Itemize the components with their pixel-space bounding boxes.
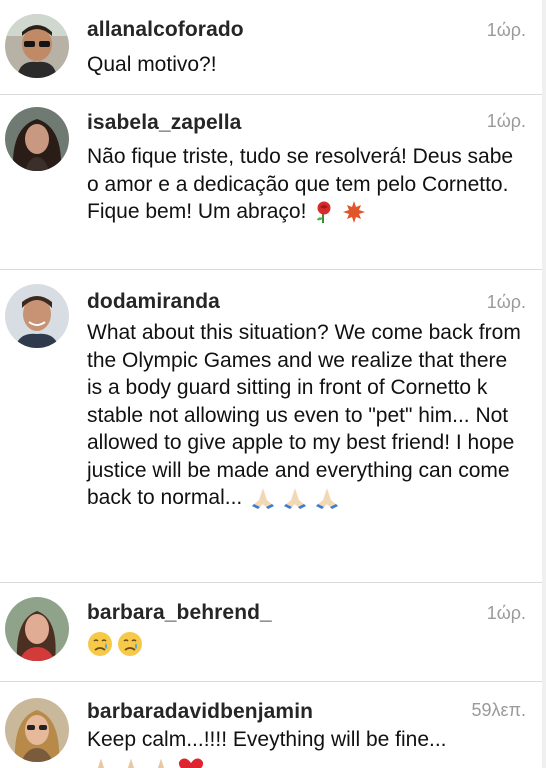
comment-text-body: Qual motivo?! (87, 53, 217, 76)
rose-emoji (312, 200, 336, 224)
folded-hands-emoji (312, 486, 342, 510)
folded-hands-emoji (147, 756, 175, 768)
comment-timestamp: 59λεπ. (472, 700, 526, 721)
crying-face-emoji (117, 631, 143, 657)
heart-emoji (177, 756, 205, 768)
folded-hands-emoji (248, 486, 278, 510)
scrollbar[interactable] (542, 0, 546, 768)
comment-username[interactable]: isabela_zapella (87, 111, 241, 135)
maple-leaf-emoji (342, 200, 366, 224)
comment-item: dodamiranda 1ώρ. What about this situati… (0, 270, 546, 583)
comment-text-body: What about this situation? We come back … (87, 321, 521, 509)
comment-item: isabela_zapella 1ώρ. Não fique triste, t… (0, 95, 546, 270)
comment-username[interactable]: allanalcoforado (87, 18, 244, 42)
comment-item: barbara_behrend_ 1ώρ. (0, 583, 546, 682)
emoji-row (312, 200, 366, 224)
comment-username[interactable]: dodamiranda (87, 290, 220, 314)
avatar[interactable] (5, 597, 69, 661)
folded-hands-emoji (117, 756, 145, 768)
avatar[interactable] (5, 284, 69, 348)
emoji-row (248, 486, 342, 510)
comment-timestamp: 1ώρ. (487, 292, 526, 313)
comment-username[interactable]: barbaradavidbenjamin (87, 700, 313, 724)
crying-face-emoji (87, 631, 113, 657)
comment-username[interactable]: barbara_behrend_ (87, 601, 272, 625)
comment-text-body: Keep calm...!!!! Eveything will be fine.… (87, 728, 447, 751)
comment-text: Não fique triste, tudo se resolverá! Deu… (87, 143, 527, 226)
folded-hands-emoji (87, 756, 115, 768)
comment-text-body: Não fique triste, tudo se resolverá! Deu… (87, 145, 513, 223)
comment-timestamp: 1ώρ. (487, 20, 526, 41)
comment-timestamp: 1ώρ. (487, 603, 526, 624)
comment-text (87, 630, 527, 658)
folded-hands-emoji (280, 486, 310, 510)
comment-text: Qual motivo?! (87, 51, 527, 79)
avatar[interactable] (5, 107, 69, 171)
emoji-row (87, 631, 143, 657)
avatar[interactable] (5, 14, 69, 78)
comment-text: Keep calm...!!!! Eveything will be fine.… (87, 726, 527, 768)
comment-item: allanalcoforado 1ώρ. Qual motivo?! (0, 0, 546, 95)
comment-text: What about this situation? We come back … (87, 319, 527, 512)
comments-feed: allanalcoforado 1ώρ. Qual motivo?! isabe… (0, 0, 546, 768)
avatar[interactable] (5, 698, 69, 762)
emoji-row (87, 756, 205, 768)
comment-item: barbaradavidbenjamin 59λεπ. Keep calm...… (0, 682, 546, 768)
comment-timestamp: 1ώρ. (487, 111, 526, 132)
